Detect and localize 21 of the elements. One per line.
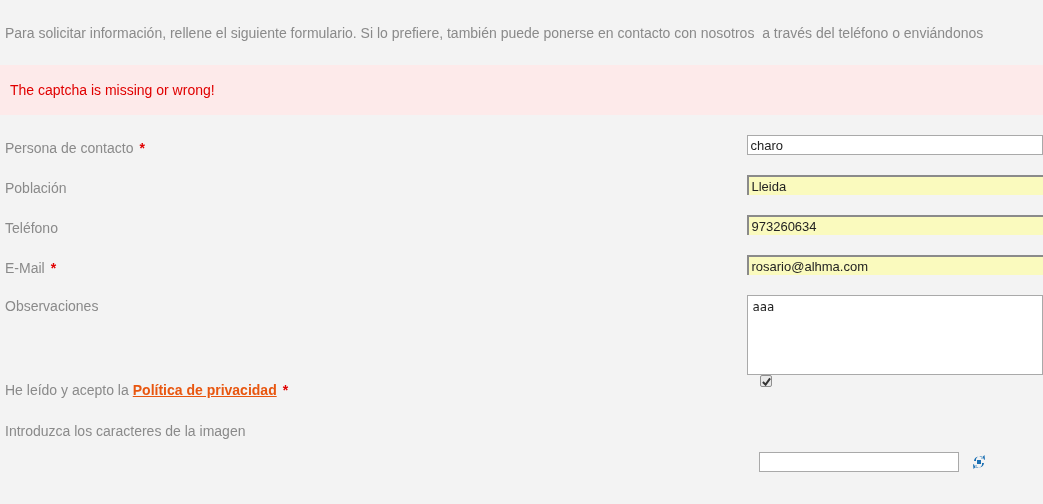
refresh-icon[interactable] <box>971 454 987 470</box>
field-label: He leído y acepto la <box>5 381 129 400</box>
text-field[interactable]: rosario@alhma.com <box>747 255 1043 275</box>
field-label: Teléfono <box>5 218 58 238</box>
error-banner: The captcha is missing or wrong! <box>0 65 1043 115</box>
field-label: Población <box>5 178 67 198</box>
required-asterisk: * <box>282 381 289 400</box>
required-asterisk: * <box>50 258 57 278</box>
text-field[interactable]: Lleida <box>747 175 1043 195</box>
text-field[interactable]: 973260634 <box>747 215 1043 235</box>
checkmark-icon <box>761 376 771 386</box>
field-label: Persona de contacto <box>5 138 134 158</box>
intro-text: Para solicitar información, rellene el siguiente formulario. Si lo prefiere, también puede ponerse en contacto con nosotros a través del teléfono o enviándonos <box>5 24 985 43</box>
field-label: E-Mail <box>5 258 45 278</box>
captcha-field[interactable] <box>759 452 959 472</box>
field-label: Observaciones <box>5 297 99 316</box>
required-asterisk: * <box>139 138 145 158</box>
privacy-checkbox[interactable] <box>760 375 772 387</box>
field-label: Introduzca los caracteres de la imagen <box>5 421 246 441</box>
text-field[interactable]: charo <box>747 135 1043 155</box>
comments-field[interactable]: aaa <box>747 295 1043 375</box>
